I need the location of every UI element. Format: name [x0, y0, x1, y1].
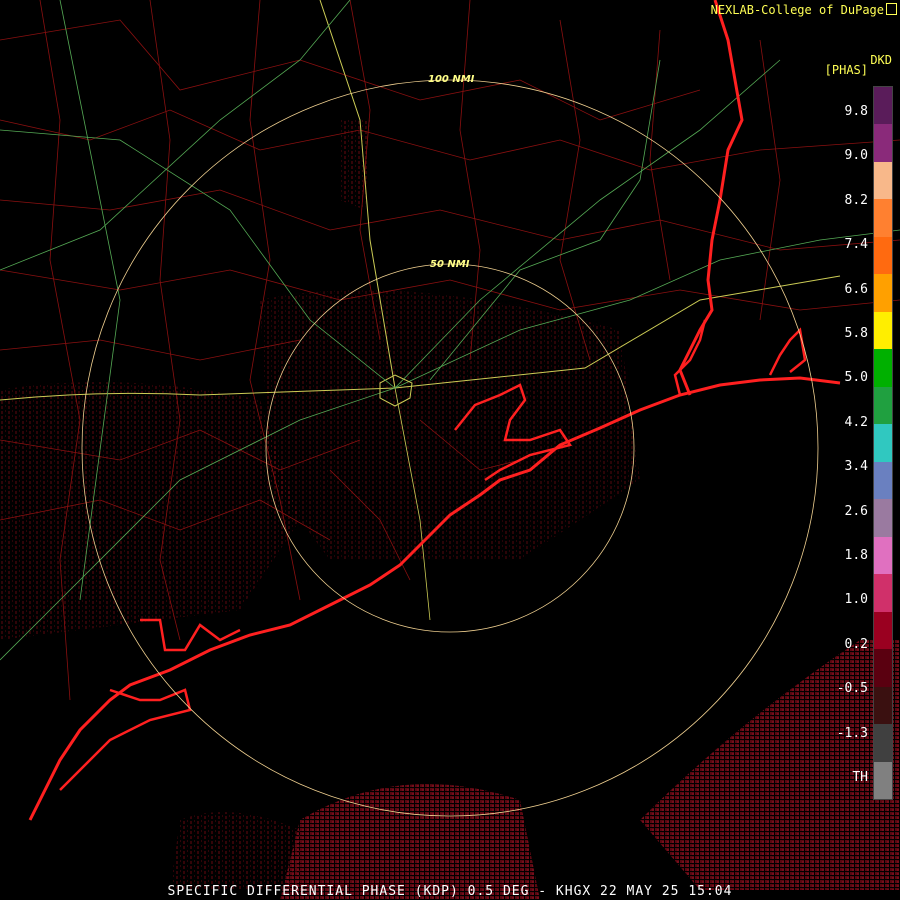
color-scale-segment — [874, 274, 892, 313]
color-scale-tick-label: 8.2 — [844, 192, 868, 208]
color-scale-tick-label: 1.0 — [844, 592, 868, 608]
color-scale-segment — [874, 649, 892, 688]
color-scale-segment — [874, 161, 892, 201]
color-scale-segment — [874, 724, 892, 763]
product-code: DKD — [870, 53, 892, 67]
color-scale-segment — [874, 124, 892, 163]
radar-returns — [0, 120, 900, 900]
color-scale-segment — [874, 499, 892, 538]
color-scale-segment — [874, 536, 892, 576]
color-scale-tick-label: 6.6 — [844, 281, 868, 297]
state-boundary — [678, 0, 744, 396]
color-scale-tick-label: TH — [852, 770, 868, 785]
color-scale-segment — [874, 761, 892, 799]
color-scale-segment — [874, 461, 892, 501]
color-scale-tick-label: 5.0 — [844, 370, 868, 386]
radar-map: 100 NMI 50 NMI — [0, 0, 900, 900]
color-scale-segment — [874, 236, 892, 276]
color-scale-tick-label: 0.2 — [844, 636, 868, 652]
color-scale-segment — [874, 87, 892, 126]
product-title: SPECIFIC DIFFERENTIAL PHASE (KDP) 0.5 DE… — [167, 884, 733, 899]
color-scale-tick-label: -0.5 — [836, 681, 868, 697]
color-scale-segment — [874, 199, 892, 238]
color-scale-tick-label: 7.4 — [844, 237, 868, 253]
color-scale-tick-label: 9.8 — [844, 104, 868, 119]
color-scale-segment — [874, 424, 892, 463]
color-scale-segment — [874, 574, 892, 613]
product-link-icon[interactable] — [886, 3, 897, 15]
color-scale-tick-label: -1.3 — [836, 725, 868, 741]
color-scale-segment — [874, 686, 892, 726]
color-scale-bar — [873, 86, 893, 800]
color-scale-tick-label: 9.0 — [844, 148, 868, 164]
color-scale-segment — [874, 611, 892, 651]
unit-label: [PHAS] — [824, 63, 868, 77]
color-scale-tick-label: 3.4 — [844, 459, 868, 475]
credit-label: NEXLAB-College of DuPage — [710, 3, 884, 17]
range-ring-label-50: 50 NMI — [430, 259, 470, 270]
color-scale-tick-label: 2.6 — [844, 503, 868, 519]
color-scale-segment — [874, 311, 892, 351]
color-scale-segment — [874, 349, 892, 388]
range-ring-label-100: 100 NMI — [428, 74, 475, 85]
color-scale-segment — [874, 386, 892, 426]
color-scale-tick-label: 4.2 — [844, 414, 868, 430]
color-scale-tick-label: 1.8 — [844, 548, 868, 563]
color-scale-tick-label: 5.8 — [844, 326, 868, 341]
